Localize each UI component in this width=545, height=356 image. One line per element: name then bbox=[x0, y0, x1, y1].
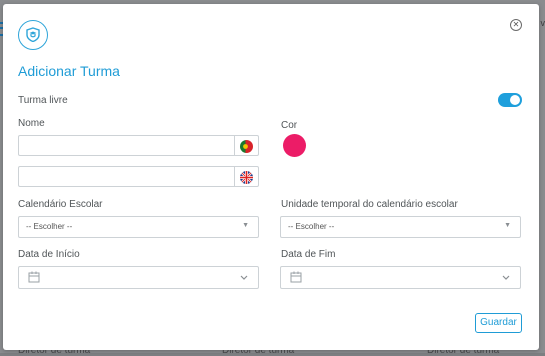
chevron-down-icon: ▼ bbox=[504, 222, 511, 229]
modal-title: Adicionar Turma bbox=[18, 63, 120, 79]
uk-flag-icon bbox=[234, 167, 258, 186]
school-calendar-select[interactable]: -- Escolher -- ▼ bbox=[18, 216, 259, 238]
end-date-label: Data de Fim bbox=[281, 249, 335, 260]
calendar-icon bbox=[28, 271, 40, 283]
close-icon[interactable]: ✕ bbox=[510, 19, 522, 31]
school-calendar-label: Calendário Escolar bbox=[18, 199, 103, 210]
chevron-down-icon bbox=[239, 271, 249, 283]
chevron-down-icon bbox=[501, 271, 511, 283]
portugal-flag-icon bbox=[234, 136, 258, 155]
color-label: Cor bbox=[281, 120, 297, 131]
time-unit-label: Unidade temporal do calendário escolar bbox=[281, 199, 458, 210]
start-date-picker[interactable] bbox=[18, 266, 259, 289]
add-class-modal: ✕ Adicionar Turma Turma livre Nome bbox=[3, 4, 539, 350]
time-unit-select[interactable]: -- Escolher -- ▼ bbox=[280, 216, 521, 238]
end-date-picker[interactable] bbox=[280, 266, 521, 289]
name-en-input[interactable] bbox=[18, 166, 259, 187]
color-swatch[interactable] bbox=[283, 134, 306, 157]
chevron-down-icon: ▼ bbox=[242, 222, 249, 229]
name-pt-input[interactable] bbox=[18, 135, 259, 156]
calendar-icon bbox=[290, 271, 302, 283]
school-calendar-value: -- Escolher -- bbox=[26, 222, 72, 231]
time-unit-value: -- Escolher -- bbox=[288, 222, 334, 231]
background-text: v bbox=[541, 18, 545, 28]
school-shield-icon bbox=[18, 20, 48, 50]
free-class-label: Turma livre bbox=[18, 95, 68, 106]
free-class-toggle[interactable] bbox=[498, 93, 522, 107]
save-button[interactable]: Guardar bbox=[475, 313, 522, 333]
name-label: Nome bbox=[18, 118, 45, 129]
start-date-label: Data de Início bbox=[18, 249, 80, 260]
